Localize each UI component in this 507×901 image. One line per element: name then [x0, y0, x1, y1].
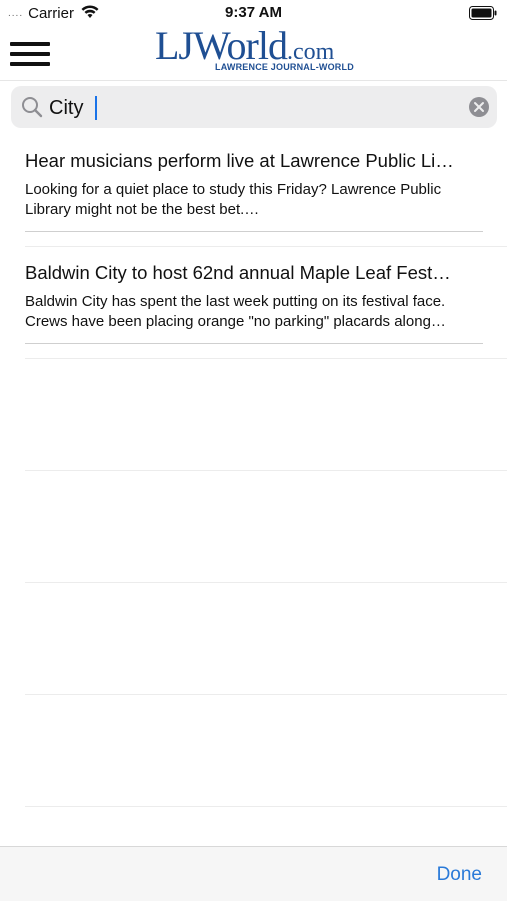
result-title: Hear musicians perform live at Lawrence … — [25, 150, 454, 171]
row-separator — [25, 470, 507, 471]
app-header: LJWorld.com LAWRENCE JOURNAL-WORLD — [0, 23, 507, 81]
result-title: Baldwin City to host 62nd annual Maple L… — [25, 262, 451, 283]
logo-subtitle: LAWRENCE JOURNAL-WORLD — [215, 62, 354, 72]
row-separator — [25, 694, 507, 695]
result-snippet: Baldwin City has spent the last week put… — [25, 293, 446, 330]
row-separator — [25, 358, 507, 359]
search-input[interactable] — [47, 92, 451, 124]
done-button[interactable]: Done — [437, 864, 482, 886]
result-divider — [25, 343, 483, 344]
text-cursor — [95, 96, 97, 120]
search-bar[interactable] — [11, 86, 497, 128]
row-separator — [25, 806, 507, 807]
search-result-item[interactable]: Hear musicians perform live at Lawrence … — [25, 150, 483, 220]
result-snippet: Looking for a quiet place to study this … — [25, 181, 442, 218]
row-separator — [25, 246, 507, 247]
bottom-toolbar: Done — [0, 846, 507, 901]
search-icon — [21, 96, 43, 123]
search-result-item[interactable]: Baldwin City to host 62nd annual Maple L… — [25, 262, 483, 332]
ljworld-logo: LJWorld.com LAWRENCE JOURNAL-WORLD — [155, 23, 355, 76]
hamburger-menu-icon[interactable] — [10, 42, 50, 72]
status-time: 9:37 AM — [225, 4, 282, 21]
clear-search-icon[interactable] — [469, 97, 489, 117]
result-divider — [25, 231, 483, 232]
row-separator — [25, 582, 507, 583]
battery-icon — [469, 6, 497, 25]
